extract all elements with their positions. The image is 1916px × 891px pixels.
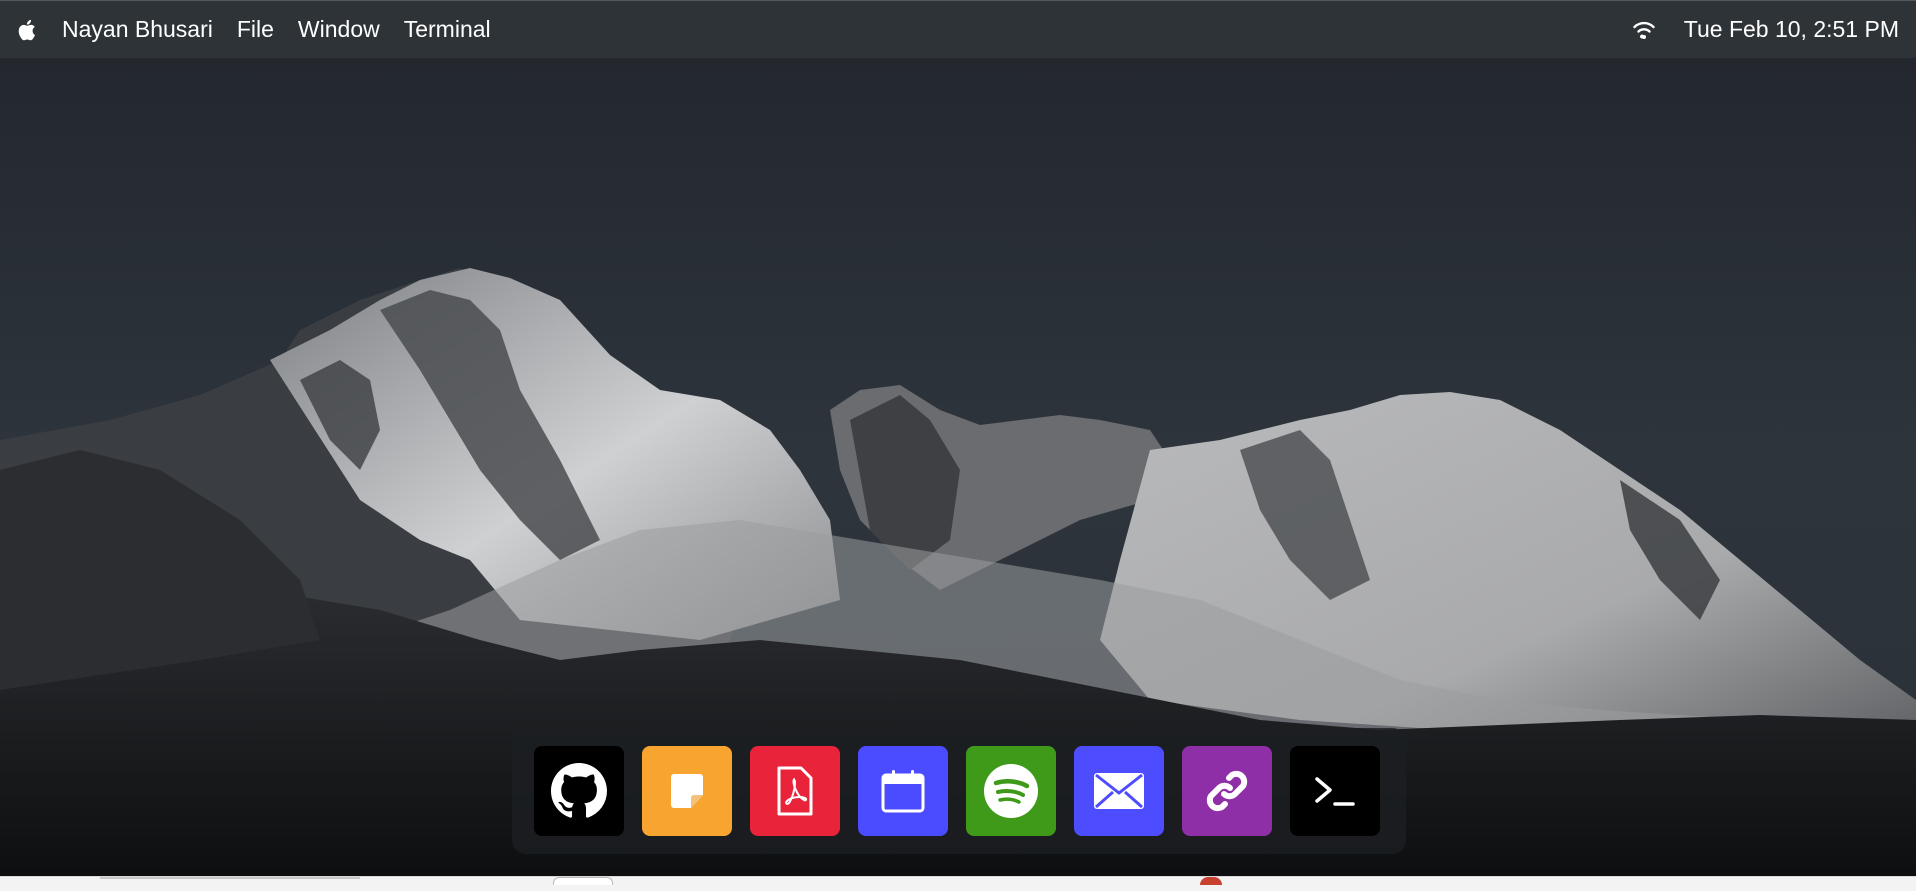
menu-bar-left: Nayan Bhusari File Window Terminal [0,1,515,58]
desktop: Nayan Bhusari File Window Terminal Tue F… [0,0,1916,891]
dock-app-notes[interactable] [642,746,732,836]
dock-app-github[interactable] [534,746,624,836]
dock-app-mail[interactable] [1074,746,1164,836]
dock-app-spotify[interactable] [966,746,1056,836]
mail-icon [1094,773,1144,809]
menu-app-name[interactable]: Nayan Bhusari [62,16,213,43]
bottom-strip-tab [100,877,360,879]
link-icon [1206,770,1248,812]
notes-icon [671,774,703,808]
dock-app-pdf[interactable] [750,746,840,836]
spotify-icon [984,764,1038,818]
wifi-icon[interactable] [1630,18,1658,42]
dock-app-terminal[interactable] [1290,746,1380,836]
menu-window[interactable]: Window [298,16,380,43]
menu-file[interactable]: File [237,16,274,43]
github-icon [551,763,607,818]
calendar-icon [881,770,925,813]
bottom-strip-tab-outline [553,877,613,885]
pdf-icon [777,766,813,816]
bottom-edge-strip [0,876,1916,891]
dock-app-calendar[interactable] [858,746,948,836]
dock [512,728,1406,854]
menu-bar-right: Tue Feb 10, 2:51 PM [1630,1,1916,58]
apple-logo-icon[interactable] [16,16,40,44]
bottom-strip-indicator [1200,877,1222,885]
menu-terminal[interactable]: Terminal [404,16,491,43]
menu-bar: Nayan Bhusari File Window Terminal Tue F… [0,0,1916,58]
menu-bar-clock[interactable]: Tue Feb 10, 2:51 PM [1684,16,1899,43]
dock-app-link[interactable] [1182,746,1272,836]
terminal-icon [1315,777,1355,806]
